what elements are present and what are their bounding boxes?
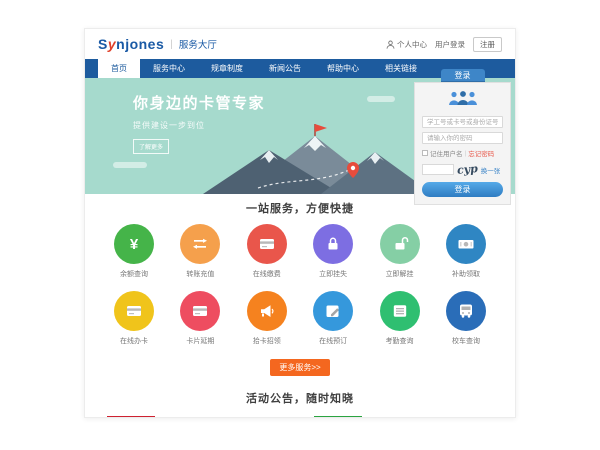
bank-card-icon: [190, 301, 210, 321]
cloud-decoration: [367, 96, 395, 102]
cloud-decoration: [113, 162, 147, 168]
bank-card-icon: [124, 301, 144, 321]
page-container: Synjones | 服务大厅 个人中心 用户登录 注册 首页 服务中心 规章制…: [84, 28, 516, 418]
forgot-password-link[interactable]: 忘记密码: [468, 148, 494, 158]
captcha-refresh-link[interactable]: 换一张: [481, 165, 501, 175]
nav-item-news[interactable]: 新闻公告: [256, 59, 314, 78]
nav-item-rules[interactable]: 规章制度: [198, 59, 256, 78]
remember-divider: |: [465, 150, 467, 157]
usage-guide-ribbon-green[interactable]: 使用指南: [314, 416, 362, 418]
login-panel: 登录 记住用户名 | 忘记密码: [414, 69, 511, 205]
service-report-loss[interactable]: 立即挂失: [310, 224, 356, 279]
logo-wordmark: Synjones: [98, 36, 164, 52]
hero-banner: 你身边的卡管专家 提供建设一步到位 了解更多 登录: [85, 78, 515, 194]
services-section: 一站服务，方便快捷 ¥ 余额查询 转账充值 在线缴费: [85, 194, 515, 376]
service-transfer-recharge[interactable]: 转账充值: [177, 224, 223, 279]
lock-icon: [323, 234, 343, 254]
banner-title: 你身边的卡管专家: [133, 92, 265, 113]
person-icon: [386, 40, 395, 49]
password-input[interactable]: [422, 132, 503, 144]
captcha-row: cyp 换一张: [422, 163, 503, 176]
yuan-icon: ¥: [130, 237, 138, 252]
service-card-extension[interactable]: 卡片延期: [177, 291, 223, 346]
header-links: 个人中心 用户登录 注册: [386, 37, 502, 52]
service-online-booking[interactable]: 在线预订: [310, 291, 356, 346]
remember-row: 记住用户名 | 忘记密码: [422, 148, 503, 158]
service-unfreeze-card[interactable]: 立即解挂: [377, 224, 423, 279]
users-icon: [422, 90, 503, 111]
captcha-image: cyp: [456, 162, 478, 177]
remember-checkbox[interactable]: [422, 150, 428, 156]
logo[interactable]: Synjones | 服务大厅: [98, 36, 217, 52]
services-grid-row2: 在线办卡 卡片延期 拾卡招领 在线预订: [85, 291, 515, 346]
usage-guide-ribbon[interactable]: 使用指南: [107, 416, 155, 418]
banner-subtitle: 提供建设一步到位: [133, 120, 265, 131]
services-grid-row1: ¥ 余额查询 转账充值 在线缴费 立即挂失: [85, 224, 515, 279]
service-school-bus-inquiry[interactable]: 校车查询: [443, 291, 489, 346]
list-icon: [390, 301, 410, 321]
service-online-card-apply[interactable]: 在线办卡: [111, 291, 157, 346]
login-form: 记住用户名 | 忘记密码 cyp 换一张 登录: [414, 82, 511, 205]
personal-center-link[interactable]: 个人中心: [386, 39, 427, 50]
announcements-title: 活动公告，随时知晓: [85, 390, 515, 406]
unlock-icon: [390, 234, 410, 254]
service-subsidy-collection[interactable]: 补助领取: [443, 224, 489, 279]
service-attendance-inquiry[interactable]: 考勤查询: [377, 291, 423, 346]
bus-icon: [456, 301, 476, 321]
banner-cta-button[interactable]: 了解更多: [133, 139, 169, 154]
login-submit-button[interactable]: 登录: [422, 182, 503, 197]
service-found-card-claim[interactable]: 拾卡招领: [244, 291, 290, 346]
nav-item-service-center[interactable]: 服务中心: [140, 59, 198, 78]
edit-icon: [323, 301, 343, 321]
captcha-input[interactable]: [422, 164, 454, 175]
megaphone-icon: [257, 301, 277, 321]
banknote-icon: [456, 234, 476, 254]
logo-divider: |: [170, 39, 173, 50]
site-name: 服务大厅: [179, 37, 217, 51]
account-input[interactable]: [422, 116, 503, 128]
service-online-payment[interactable]: 在线缴费: [244, 224, 290, 279]
nav-item-home[interactable]: 首页: [98, 59, 140, 78]
more-services-button[interactable]: 更多服务>>: [270, 359, 329, 376]
banner-copy: 你身边的卡管专家 提供建设一步到位 了解更多: [133, 92, 265, 154]
remember-label: 记住用户名: [430, 148, 463, 158]
service-balance-inquiry[interactable]: ¥ 余额查询: [111, 224, 157, 279]
nav-item-help[interactable]: 帮助中心: [314, 59, 372, 78]
bank-card-icon: [257, 234, 277, 254]
personal-center-label: 个人中心: [397, 39, 427, 50]
transfer-arrows-icon: [190, 234, 210, 254]
register-button[interactable]: 注册: [473, 37, 502, 52]
login-tab[interactable]: 登录: [441, 69, 485, 82]
site-header: Synjones | 服务大厅 个人中心 用户登录 注册: [85, 29, 515, 59]
user-login-link[interactable]: 用户登录: [435, 39, 465, 50]
announcements-section: 活动公告，随时知晓 使用指南 最新公告 更多>> 使用指南 更多>>: [85, 390, 515, 418]
logo-accent: y: [108, 36, 116, 52]
